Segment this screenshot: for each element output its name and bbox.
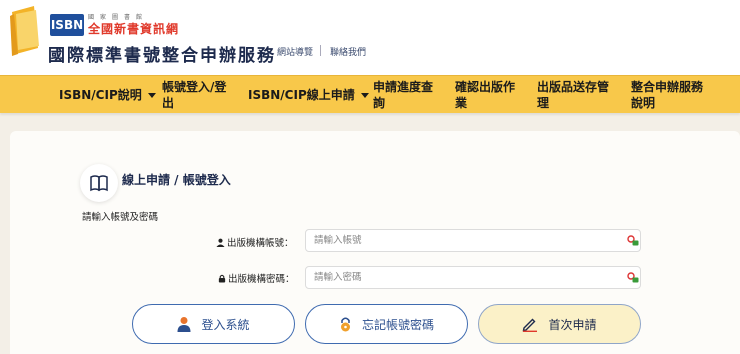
isbn-logo-icon[interactable]	[8, 4, 52, 56]
main-nav: ISBN/CIP說明 帳號登入/登出 ISBN/CIP線上申請 申請進度查詢 確…	[0, 75, 740, 113]
pencil-icon	[523, 318, 538, 332]
sitemap-link[interactable]: 網站導覽	[277, 45, 313, 58]
account-label: 出版機構帳號：	[216, 235, 294, 249]
link-divider	[320, 45, 321, 56]
password-label: 出版機構密碼：	[218, 271, 295, 285]
isbn-logo-mark: ISBN	[50, 14, 84, 36]
login-button[interactable]: 登入系統	[132, 304, 295, 344]
logo-subtitle: 全國新書資訊網	[88, 22, 180, 36]
nav-item-account-login[interactable]: 帳號登入/登出	[162, 79, 232, 111]
login-hint: 請輸入帳號及密碼	[82, 212, 159, 223]
nav-item-service-info[interactable]: 整合申辦服務說明	[631, 79, 711, 111]
password-manager-icon[interactable]	[627, 234, 639, 246]
nav-item-confirm-publishing[interactable]: 確認出版作業	[455, 79, 525, 111]
chevron-down-icon	[147, 93, 156, 98]
first-apply-button[interactable]: 首次申請	[478, 304, 641, 344]
password-input[interactable]	[305, 266, 641, 289]
book-badge	[80, 164, 118, 202]
nav-item-online-apply[interactable]: ISBN/CIP線上申請	[248, 87, 369, 103]
section-title: 線上申請 / 帳號登入	[122, 173, 231, 187]
account-input[interactable]	[305, 229, 641, 252]
nav-item-isbn-cip-info[interactable]: ISBN/CIP說明	[59, 87, 156, 103]
user-icon	[216, 238, 225, 247]
nav-item-progress-query[interactable]: 申請進度查詢	[373, 79, 443, 111]
contact-link[interactable]: 聯絡我們	[330, 45, 366, 58]
site-header: ISBN 國家圖書館 全國新書資訊網 國際標準書號整合申辦服務 網站導覽 聯絡我…	[0, 0, 740, 75]
lock-keyhole-icon	[340, 317, 350, 332]
password-manager-icon[interactable]	[627, 271, 639, 283]
chevron-down-icon	[360, 93, 369, 98]
book-icon	[90, 175, 108, 192]
forgot-password-button[interactable]: 忘記帳號密碼	[305, 304, 468, 344]
site-title: 國際標準書號整合申辦服務	[48, 46, 276, 66]
lock-icon	[218, 274, 226, 283]
person-icon	[177, 317, 191, 332]
nav-item-deposit-management[interactable]: 出版品送存管理	[537, 79, 615, 111]
